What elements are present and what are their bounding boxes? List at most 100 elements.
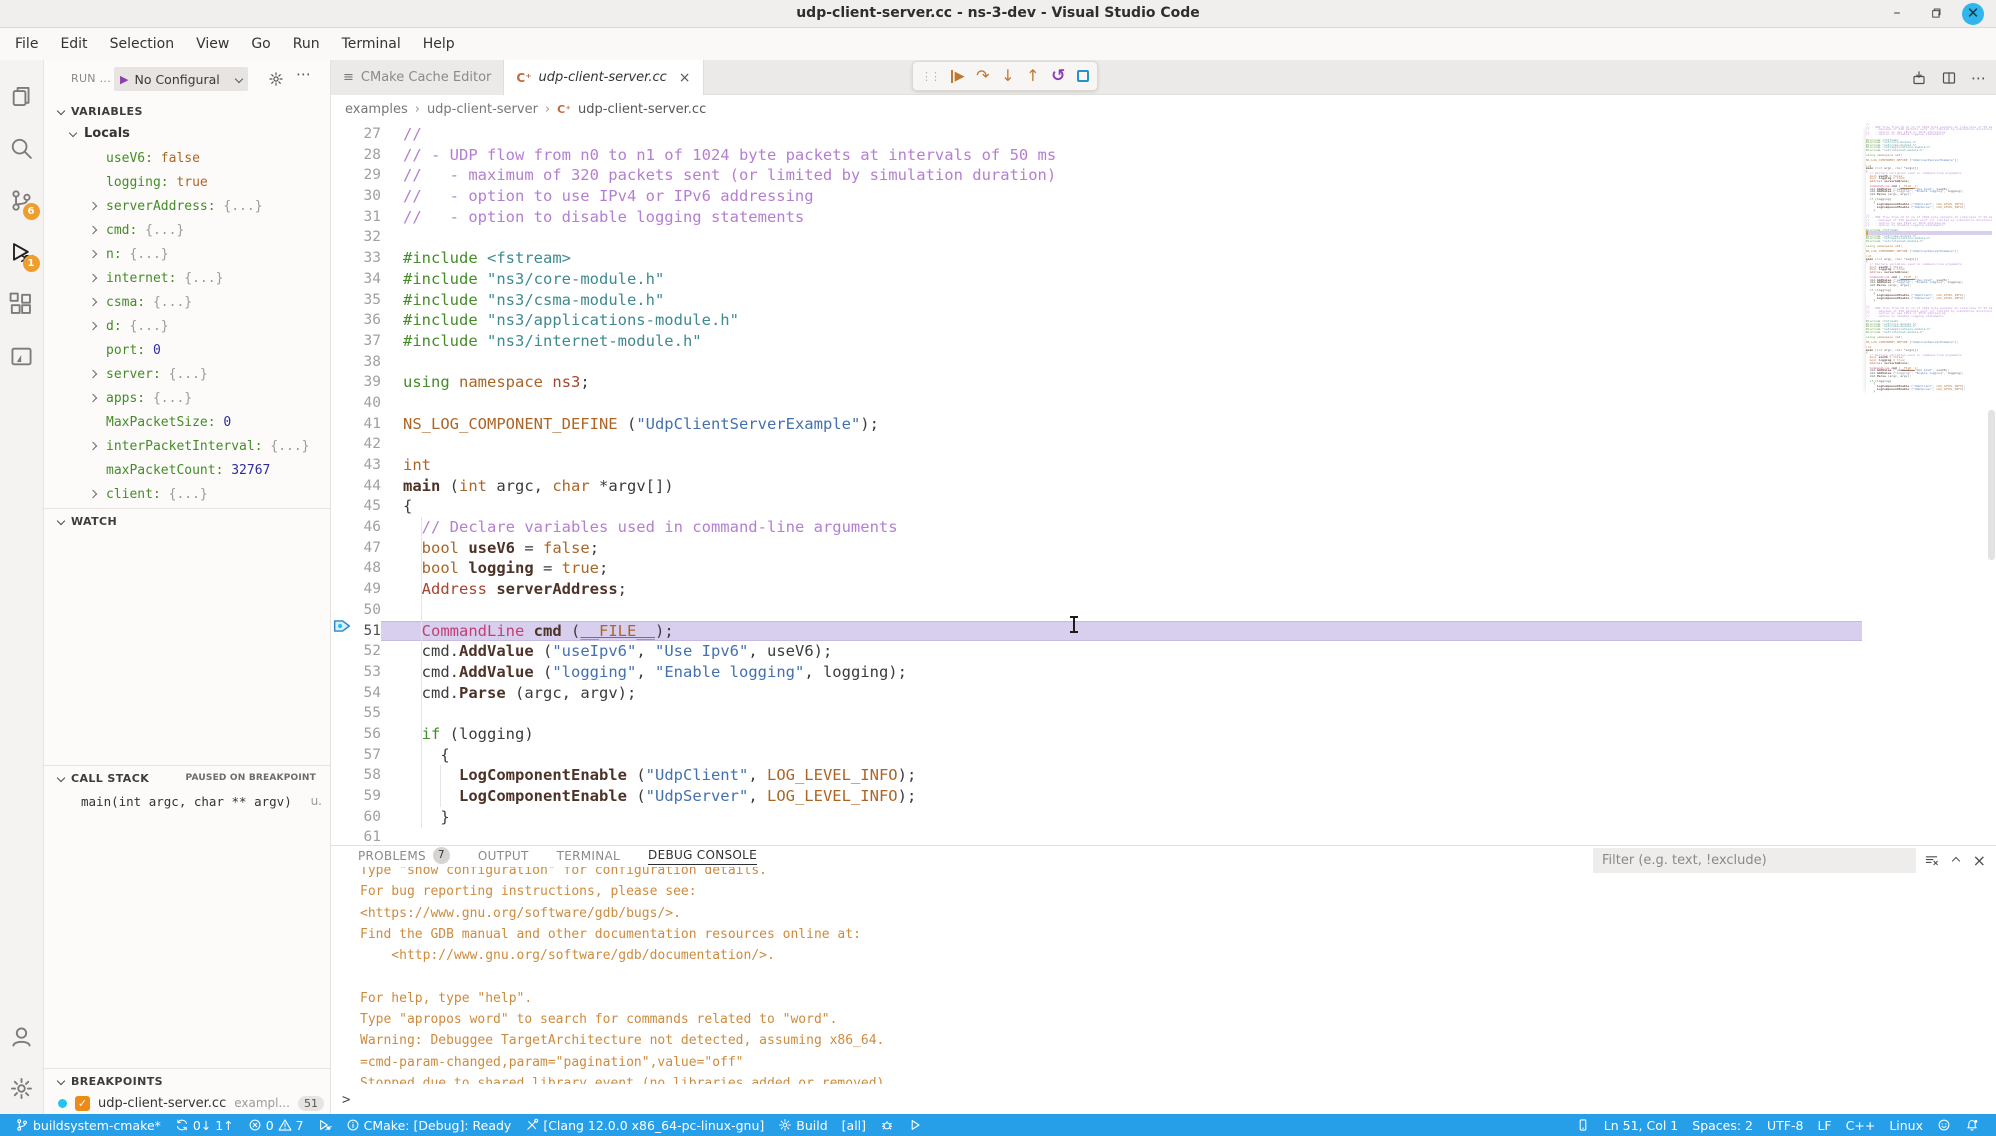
code-editor[interactable]: 27//28// - UDP flow from n0 to n1 of 102… bbox=[331, 123, 1862, 845]
variable-row[interactable]: serverAddress: {...} bbox=[44, 194, 330, 218]
chevron-right-icon[interactable] bbox=[89, 226, 97, 234]
status-cmake-status[interactable]: CMake: [Debug]: Ready bbox=[339, 1114, 519, 1136]
minimize-button[interactable]: – bbox=[1886, 3, 1908, 25]
variable-row[interactable]: port: 0 bbox=[44, 338, 330, 362]
chevron-right-icon[interactable] bbox=[89, 298, 97, 306]
status-device-indicator[interactable] bbox=[1569, 1114, 1597, 1136]
menu-help[interactable]: Help bbox=[412, 28, 466, 60]
status-git-branch[interactable]: buildsystem-cmake* bbox=[8, 1114, 168, 1136]
debug-config-dropdown[interactable]: ▶ No Configural bbox=[114, 67, 248, 91]
activity-cmake[interactable] bbox=[0, 330, 44, 382]
breadcrumb-item[interactable]: examples bbox=[345, 102, 408, 117]
step-over-button[interactable]: ↷ bbox=[976, 68, 989, 84]
status-indentation[interactable]: Spaces: 2 bbox=[1685, 1114, 1760, 1136]
minimap[interactable]: //// - UDP flow from n0 to n1 of 1024 by… bbox=[1866, 123, 1992, 397]
menu-view[interactable]: View bbox=[185, 28, 240, 60]
status-language-mode[interactable]: C++ bbox=[1839, 1114, 1883, 1136]
variable-row[interactable]: csma: {...} bbox=[44, 290, 330, 314]
status-debug-target[interactable] bbox=[873, 1114, 901, 1136]
status-launch-target[interactable] bbox=[901, 1114, 929, 1136]
tab-output[interactable]: OUTPUT bbox=[478, 849, 529, 865]
variable-row[interactable]: n: {...} bbox=[44, 242, 330, 266]
breadcrumb-item[interactable]: udp-client-server.cc bbox=[578, 102, 706, 117]
status-build-target[interactable]: [all] bbox=[835, 1114, 873, 1136]
variable-row[interactable]: client: {...} bbox=[44, 482, 330, 506]
editor-scrollbar[interactable] bbox=[1988, 410, 1995, 560]
variable-row[interactable]: useV6: false bbox=[44, 146, 330, 170]
stop-button[interactable] bbox=[1077, 70, 1089, 82]
tab-debug-console[interactable]: DEBUG CONSOLE bbox=[648, 848, 757, 865]
variable-row[interactable]: apps: {...} bbox=[44, 386, 330, 410]
activity-run-debug[interactable]: 1 bbox=[0, 226, 44, 278]
menu-run[interactable]: Run bbox=[282, 28, 331, 60]
maximize-panel-icon[interactable] bbox=[1951, 856, 1959, 864]
call-stack-section-header[interactable]: CALL STACK PAUSED ON BREAKPOINT bbox=[44, 767, 330, 789]
status-feedback[interactable] bbox=[1930, 1114, 1958, 1136]
status-platform[interactable]: Linux bbox=[1882, 1114, 1930, 1136]
tab-problems[interactable]: PROBLEMS 7 bbox=[358, 847, 450, 866]
variable-row[interactable]: MaxPacketSize: 0 bbox=[44, 410, 330, 434]
editor-more-actions[interactable]: ⋯ bbox=[1971, 69, 1986, 87]
tab-udp-client-server[interactable]: C⁺ udp-client-server.cc × bbox=[504, 60, 703, 95]
variables-scope-locals[interactable]: Locals bbox=[70, 122, 130, 144]
split-editor-icon[interactable] bbox=[1941, 70, 1957, 86]
chevron-right-icon[interactable] bbox=[89, 370, 97, 378]
breadcrumb-item[interactable]: udp-client-server bbox=[427, 102, 538, 117]
breakpoints-section-header[interactable]: BREAKPOINTS bbox=[44, 1070, 330, 1092]
chevron-right-icon[interactable] bbox=[89, 250, 97, 258]
chevron-right-icon[interactable] bbox=[89, 202, 97, 210]
console-prompt[interactable]: > bbox=[342, 1092, 350, 1108]
menu-edit[interactable]: Edit bbox=[49, 28, 98, 60]
continue-button[interactable]: ▶ bbox=[951, 70, 965, 83]
breakpoint-checkbox[interactable]: ✓ bbox=[75, 1096, 90, 1111]
status-notifications[interactable] bbox=[1958, 1114, 1986, 1136]
chevron-right-icon[interactable] bbox=[89, 442, 97, 450]
variable-row[interactable]: interPacketInterval: {...} bbox=[44, 434, 330, 458]
run-file-icon[interactable] bbox=[1911, 70, 1927, 86]
activity-explorer[interactable] bbox=[0, 70, 44, 122]
status-active-kit[interactable]: [Clang 12.0.0 x86_64-pc-linux-gnu] bbox=[518, 1114, 771, 1136]
call-stack-frame[interactable]: main(int argc, char ** argv) u. bbox=[81, 790, 322, 812]
chevron-right-icon[interactable] bbox=[89, 394, 97, 402]
menu-go[interactable]: Go bbox=[240, 28, 281, 60]
variable-row[interactable]: cmd: {...} bbox=[44, 218, 330, 242]
activity-source-control[interactable]: 6 bbox=[0, 174, 44, 226]
menu-selection[interactable]: Selection bbox=[99, 28, 186, 60]
chevron-right-icon[interactable] bbox=[89, 322, 97, 330]
breakpoint-item[interactable]: ✓ udp-client-server.cc exampl... 51 bbox=[44, 1092, 324, 1114]
tab-terminal[interactable]: TERMINAL bbox=[557, 849, 620, 865]
variable-row[interactable]: logging: true bbox=[44, 170, 330, 194]
clear-console-icon[interactable] bbox=[1924, 853, 1939, 868]
variable-row[interactable]: maxPacketCount: 32767 bbox=[44, 458, 330, 482]
status-cmake-debug-launch[interactable] bbox=[311, 1114, 339, 1136]
debug-settings-gear[interactable] bbox=[268, 71, 284, 87]
menu-file[interactable]: File bbox=[4, 28, 49, 60]
status-sync-changes[interactable]: 0↓ 1↑ bbox=[168, 1114, 241, 1136]
chevron-right-icon[interactable] bbox=[89, 490, 97, 498]
status-eol[interactable]: LF bbox=[1810, 1114, 1838, 1136]
chevron-right-icon[interactable] bbox=[89, 274, 97, 282]
activity-search[interactable] bbox=[0, 122, 44, 174]
variable-row[interactable]: d: {...} bbox=[44, 314, 330, 338]
activity-manage[interactable] bbox=[0, 1062, 44, 1114]
restart-button[interactable]: ↺ bbox=[1051, 68, 1065, 85]
tab-cmake-cache-editor[interactable]: ≡ CMake Cache Editor bbox=[331, 60, 504, 95]
status-encoding[interactable]: UTF-8 bbox=[1760, 1114, 1810, 1136]
step-out-button[interactable]: ↑ bbox=[1026, 68, 1039, 84]
status-problems-summary[interactable]: 07 bbox=[241, 1114, 311, 1136]
activity-account[interactable] bbox=[0, 1010, 44, 1062]
activity-extensions[interactable] bbox=[0, 278, 44, 330]
watch-section-header[interactable]: WATCH bbox=[44, 510, 330, 532]
variable-row[interactable]: internet: {...} bbox=[44, 266, 330, 290]
toolbar-grip-icon[interactable]: ⋮⋮ bbox=[921, 70, 939, 83]
maximize-button[interactable] bbox=[1924, 3, 1946, 25]
variables-section-header[interactable]: VARIABLES bbox=[44, 100, 330, 122]
step-into-button[interactable]: ↓ bbox=[1001, 68, 1014, 84]
variable-row[interactable]: server: {...} bbox=[44, 362, 330, 386]
run-more-actions[interactable]: ⋯ bbox=[296, 65, 311, 83]
status-build-button[interactable]: Build bbox=[771, 1114, 834, 1136]
close-tab-icon[interactable]: × bbox=[679, 70, 691, 86]
close-button[interactable]: ✕ bbox=[1962, 3, 1984, 25]
status-cursor-position[interactable]: Ln 51, Col 1 bbox=[1597, 1114, 1686, 1136]
menu-terminal[interactable]: Terminal bbox=[331, 28, 412, 60]
